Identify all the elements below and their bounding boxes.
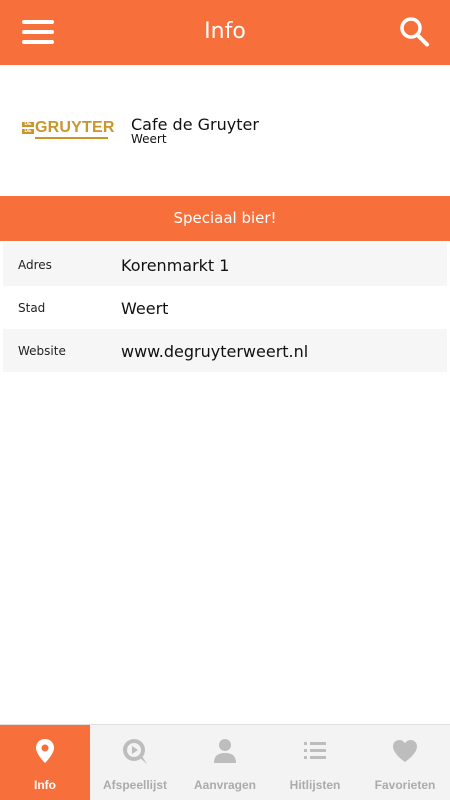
detail-row-website[interactable]: Website www.degruyterweert.nl	[3, 329, 447, 372]
tab-label: Favorieten	[374, 778, 436, 792]
playlist-play-icon	[121, 737, 149, 765]
tab-label: Hitlijsten	[289, 778, 341, 792]
tab-favorieten[interactable]: Favorieten	[360, 725, 450, 800]
detail-value: Korenmarkt 1	[121, 256, 230, 275]
location-pin-icon	[31, 737, 59, 765]
list-icon	[301, 737, 329, 765]
search-icon[interactable]	[396, 14, 432, 50]
tab-afspeellijst[interactable]: Afspeellijst	[90, 725, 180, 800]
venue-city: Weert	[131, 132, 167, 146]
detail-key: Adres	[18, 258, 52, 272]
venue-card: DE DE GRUYTER Cafe de Gruyter Weert	[0, 65, 450, 196]
tab-aanvragen[interactable]: Aanvragen	[180, 725, 270, 800]
tab-hitlijsten[interactable]: Hitlijsten	[270, 725, 360, 800]
heart-icon	[391, 737, 419, 765]
detail-row-city: Stad Weert	[3, 286, 447, 329]
detail-value: Weert	[121, 299, 169, 318]
logo-word: GRUYTER	[35, 119, 115, 136]
tab-label: Aanvragen	[193, 778, 257, 792]
logo-underline	[35, 137, 108, 139]
detail-key: Website	[18, 344, 66, 358]
top-app-bar: Info	[0, 0, 450, 65]
venue-logo: DE DE GRUYTER	[22, 119, 114, 139]
promo-banner: Speciaal bier!	[0, 196, 450, 241]
detail-key: Stad	[18, 301, 46, 315]
venue-details-table: Adres Korenmarkt 1 Stad Weert Website ww…	[3, 243, 447, 372]
website-link[interactable]: www.degruyterweert.nl	[121, 342, 308, 361]
page-title: Info	[204, 19, 246, 44]
bottom-tab-bar: Info Afspeellijst Aanvragen Hitlijsten F…	[0, 724, 450, 800]
tab-label: Afspeellijst	[102, 778, 168, 792]
detail-row-address: Adres Korenmarkt 1	[3, 243, 447, 286]
tab-label: Info	[34, 778, 56, 792]
tab-info[interactable]: Info	[0, 725, 90, 800]
person-icon	[211, 737, 239, 765]
logo-mini-mark: DE DE	[22, 122, 34, 136]
